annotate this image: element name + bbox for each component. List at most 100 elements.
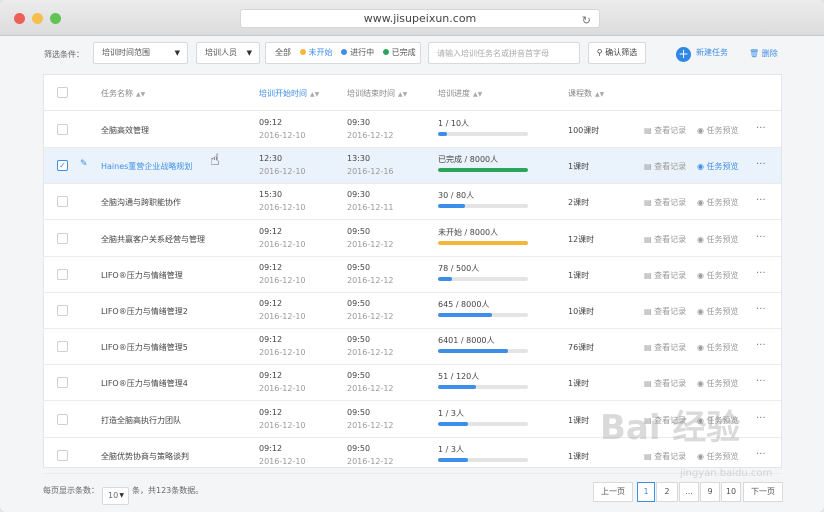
- column-header-end[interactable]: 培训结束时间 ▲▼: [347, 88, 407, 99]
- more-icon[interactable]: ···: [756, 376, 766, 387]
- task-preview-link[interactable]: ◉ 任务预览: [697, 270, 739, 281]
- table-row[interactable]: LIFO®压力与情绪管理 09:12 2016-12-10 09:50 2016-12-…: [44, 257, 781, 293]
- reload-icon[interactable]: ↻: [582, 12, 591, 29]
- task-preview-link[interactable]: ◉ 任务预览: [697, 306, 739, 317]
- trainee-select[interactable]: 培训人员 ▼: [196, 42, 260, 64]
- eye-icon: ◉: [697, 126, 704, 135]
- row-checkbox[interactable]: [57, 341, 68, 353]
- task-preview-link[interactable]: ◉ 任务预览: [697, 342, 739, 353]
- task-name-link[interactable]: 全脑共赢客户关系经营与管理: [101, 234, 205, 245]
- eye-icon: ◉: [697, 307, 704, 316]
- row-checkbox[interactable]: [57, 124, 68, 135]
- view-records-link[interactable]: ▤ 查看记录: [644, 306, 686, 317]
- view-records-link[interactable]: ▤ 查看记录: [644, 270, 686, 281]
- view-records-link[interactable]: ▤ 查看记录: [644, 342, 686, 353]
- minimize-window-button[interactable]: [32, 13, 43, 24]
- course-hours: 1课时: [568, 379, 590, 389]
- view-records-link[interactable]: ▤ 查看记录: [644, 234, 686, 245]
- page-size-select[interactable]: 10 ▼: [102, 487, 129, 505]
- task-name-link[interactable]: 打造全脑高执行力团队: [101, 415, 181, 426]
- maximize-window-button[interactable]: [50, 13, 61, 24]
- row-checkbox[interactable]: ✓: [57, 160, 68, 172]
- view-records-link[interactable]: ▤ 查看记录: [644, 197, 686, 208]
- time-range-value: 培训时间范围: [102, 48, 150, 57]
- more-icon[interactable]: ···: [756, 304, 766, 315]
- eye-icon: ◉: [697, 379, 704, 389]
- table-row[interactable]: LIFO®压力与情绪管理5 09:12 2016-12-10 09:50 2016-12…: [44, 329, 781, 366]
- status-completed[interactable]: 已完成: [392, 48, 416, 57]
- table-row[interactable]: ✓ ✎ Haines董营企业战略规划 12:30 2016-12-10 13:30 2016…: [44, 148, 781, 185]
- task-name-link[interactable]: 全脑沟通与跨职能协作: [101, 197, 181, 208]
- task-name-link[interactable]: 全脑高效管理: [101, 125, 149, 136]
- view-records-link[interactable]: ▤ 查看记录: [644, 378, 686, 389]
- row-checkbox[interactable]: [57, 377, 68, 389]
- more-icon[interactable]: ···: [756, 159, 766, 170]
- course-hours: 1课时: [568, 451, 590, 461]
- progress-fill: [438, 457, 468, 462]
- task-preview-link[interactable]: ◉ 任务预览: [697, 125, 739, 136]
- more-icon[interactable]: ···: [756, 195, 766, 206]
- select-all-checkbox[interactable]: [57, 87, 68, 98]
- table-row[interactable]: 全脑沟通与跨职能协作 15:30 2016-12-10 09:30 2016-12-11…: [44, 184, 781, 221]
- more-icon[interactable]: ···: [756, 232, 766, 243]
- task-preview-link[interactable]: ◉ 任务预览: [697, 234, 739, 245]
- progress-bar: [438, 276, 528, 281]
- task-name-link[interactable]: LIFO®压力与情绪管理5: [101, 342, 188, 353]
- progress-text: 645 / 8000人: [438, 300, 490, 309]
- task-preview-label: 任务预览: [706, 343, 739, 353]
- task-name-link[interactable]: LIFO®压力与情绪管理: [101, 270, 183, 281]
- progress-bar: [438, 204, 528, 209]
- end-date: 2016-12-11: [347, 203, 394, 213]
- more-icon[interactable]: ···: [756, 123, 766, 134]
- trainee-value: 培训人员: [205, 48, 237, 57]
- table-row[interactable]: LIFO®压力与情绪管理4 09:12 2016-12-10 09:50 2016-12…: [44, 365, 781, 402]
- status-in-progress[interactable]: 进行中: [350, 48, 374, 57]
- course-hours: 10课时: [568, 307, 595, 316]
- search-icon: ⚲: [596, 48, 603, 57]
- column-header-hours[interactable]: 课程数 ▲▼: [568, 88, 604, 99]
- confirm-filter-button[interactable]: ⚲ 确认筛选: [588, 42, 646, 64]
- table-row[interactable]: 全脑共赢客户关系经营与管理 09:12 2016-12-10 09:50 2016-12…: [44, 221, 781, 257]
- row-checkbox[interactable]: [57, 268, 68, 280]
- progress-bar: [438, 132, 528, 136]
- start-date: 2016-12-10: [259, 239, 306, 249]
- view-records-link[interactable]: ▤ 查看记录: [644, 125, 686, 136]
- start-time: 09:12: [259, 226, 283, 236]
- close-window-button[interactable]: [14, 13, 25, 24]
- per-page-label: 每页显示条数：: [43, 486, 99, 495]
- task-name-link[interactable]: LIFO®压力与情绪管理2: [101, 306, 188, 317]
- course-hours: 12课时: [568, 234, 595, 244]
- task-preview-link[interactable]: ◉ 任务预览: [697, 161, 739, 172]
- row-checkbox[interactable]: [57, 413, 68, 425]
- row-checkbox[interactable]: [57, 232, 68, 244]
- task-preview-link[interactable]: ◉ 任务预览: [697, 197, 739, 208]
- table-row[interactable]: 全脑高效管理 09:12 2016-12-10 09:30 2016-12-12 1 / …: [44, 112, 781, 148]
- search-input[interactable]: [428, 42, 580, 64]
- calendar-icon: ▤: [644, 270, 652, 280]
- status-all[interactable]: 全部: [275, 48, 291, 57]
- edit-icon[interactable]: ✎: [80, 159, 88, 169]
- column-header-name[interactable]: 任务名称 ▲▼: [101, 88, 145, 99]
- column-header-start[interactable]: 培训开始时间 ▲▼: [259, 88, 319, 99]
- more-icon[interactable]: ···: [756, 268, 766, 279]
- new-task-label: 新建任务: [696, 48, 728, 57]
- end-date: 2016-12-12: [347, 312, 394, 321]
- new-task-button[interactable]: + 新建任务: [676, 45, 728, 62]
- filter-label: 筛选条件：: [44, 50, 84, 59]
- task-preview-link[interactable]: ◉ 任务预览: [697, 378, 739, 389]
- delete-button[interactable]: 🗑 删除: [749, 46, 778, 62]
- view-records-link[interactable]: ▤ 查看记录: [644, 161, 686, 172]
- row-checkbox[interactable]: [57, 449, 68, 461]
- table-row[interactable]: LIFO®压力与情绪管理2 09:12 2016-12-10 09:50 2016-12…: [44, 293, 781, 329]
- row-checkbox[interactable]: [57, 196, 68, 208]
- task-name-link[interactable]: Haines董营企业战略规划: [101, 161, 192, 172]
- column-header-progress[interactable]: 培训进度 ▲▼: [438, 88, 482, 99]
- more-icon[interactable]: ···: [756, 340, 766, 351]
- status-not-started[interactable]: 未开始: [309, 48, 333, 57]
- task-name-link[interactable]: LIFO®压力与情绪管理4: [101, 378, 188, 389]
- task-name-link[interactable]: 全脑优势协商与策略谈判: [101, 451, 189, 462]
- time-range-select[interactable]: 培训时间范围 ▼: [93, 42, 188, 64]
- progress-fill: [438, 276, 453, 281]
- address-bar[interactable]: www.jisupeixun.com ↻: [240, 9, 600, 28]
- row-checkbox[interactable]: [57, 305, 68, 316]
